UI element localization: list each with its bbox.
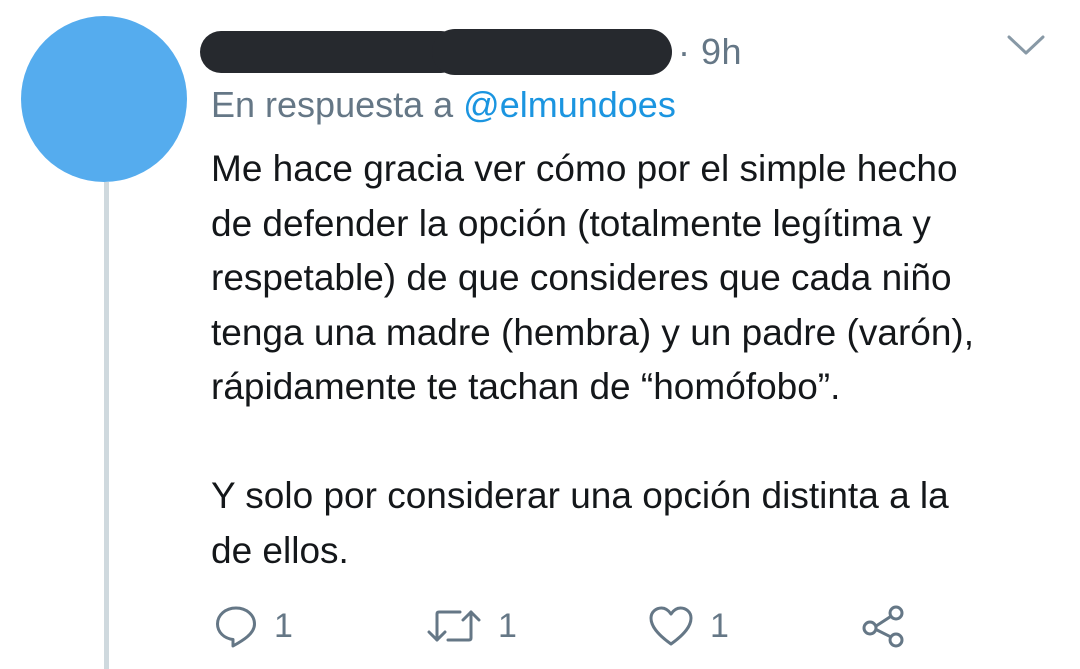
share-button[interactable]	[860, 598, 908, 654]
share-icon	[860, 602, 908, 650]
redaction-mark	[432, 29, 672, 75]
reply-prefix: En respuesta a	[211, 84, 464, 125]
like-count: 1	[710, 606, 729, 645]
timestamp[interactable]: · 9h	[678, 31, 742, 73]
redacted-author-name[interactable]	[200, 29, 672, 75]
tweet-text-line: Y solo por considerar una opción distint…	[211, 475, 949, 516]
tweet[interactable]: · 9h En respuesta a @elmundoes Me hace g…	[0, 0, 1080, 669]
heart-icon	[648, 604, 694, 648]
like-button[interactable]: 1	[648, 598, 729, 654]
reply-count: 1	[274, 606, 293, 645]
retweet-icon	[426, 604, 482, 648]
tweet-header: · 9h	[200, 28, 742, 76]
tweet-text: Me hace gracia ver cómo por el simple he…	[211, 142, 1061, 578]
redaction-mark	[200, 31, 462, 73]
chevron-down-icon[interactable]	[1006, 32, 1046, 60]
reply-mention-link[interactable]: @elmundoes	[463, 84, 676, 125]
tweet-text-line: Me hace gracia ver cómo por el simple he…	[211, 148, 958, 189]
retweet-count: 1	[498, 606, 517, 645]
tweet-text-line: respetable) de que consideres que cada n…	[211, 257, 952, 298]
tweet-text-line: rápidamente te tachan de “homófobo”.	[211, 366, 841, 407]
action-bar: 1 1 1	[214, 598, 914, 654]
tweet-text-line: tenga una madre (hembra) y un padre (var…	[211, 311, 975, 353]
tweet-text-line: de defender la opción (totalmente legíti…	[211, 202, 931, 244]
tweet-text-line: de ellos.	[211, 529, 349, 571]
thread-line	[104, 182, 109, 669]
reply-button[interactable]: 1	[214, 598, 293, 654]
reply-icon	[214, 604, 258, 648]
reply-context: En respuesta a @elmundoes	[211, 84, 676, 126]
retweet-button[interactable]: 1	[426, 598, 517, 654]
avatar[interactable]	[21, 16, 187, 182]
